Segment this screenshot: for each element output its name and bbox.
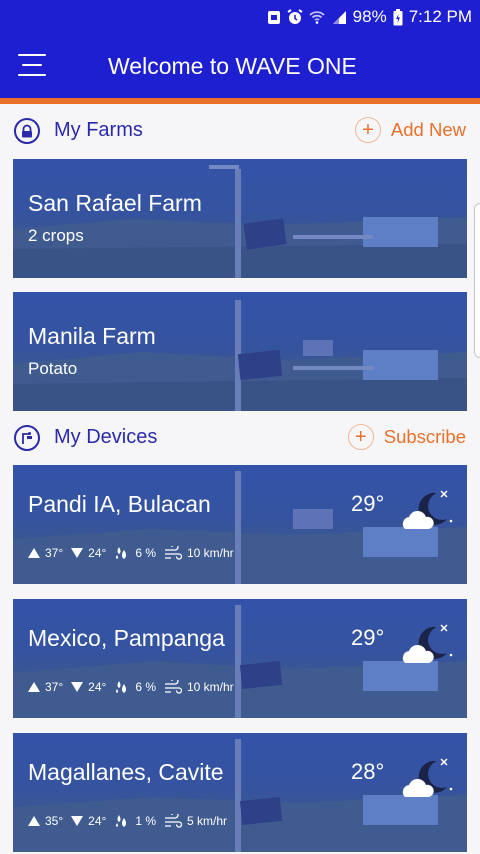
add-new-label: Add New xyxy=(390,119,466,140)
farm-card[interactable]: San Rafael Farm 2 crops xyxy=(13,159,467,278)
device-card[interactable]: Magallanes, Cavite 28° 35° 24° 1 % 5 km/… xyxy=(13,733,467,852)
farms-section-title: My Farms xyxy=(54,119,143,141)
wind-icon xyxy=(165,680,182,694)
device-stats: 35° 24° 1 % 5 km/hr xyxy=(28,813,235,829)
device-stats: 37° 24° 6 % 10 km/hr xyxy=(28,679,242,695)
humidity: 6 % xyxy=(135,546,156,560)
wind-icon xyxy=(165,814,182,828)
low-temp-arrow-icon xyxy=(71,548,84,558)
device-card[interactable]: Pandi IA, Bulacan 29° 37° 24° 6 % 10 km/… xyxy=(13,465,467,584)
temp-high: 35° xyxy=(45,814,64,828)
device-name: Pandi IA, Bulacan xyxy=(28,491,211,517)
cloudy-night-icon xyxy=(402,758,453,797)
farm-card[interactable]: Manila Farm Potato xyxy=(13,292,467,411)
device-card[interactable]: Mexico, Pampanga 29° 37° 24° 6 % 10 km/h… xyxy=(13,599,467,718)
wind-icon xyxy=(165,546,182,560)
device-stats: 37° 24° 6 % 10 km/hr xyxy=(28,545,242,561)
add-new-farm-button[interactable]: + Add New xyxy=(354,117,466,143)
signal-icon xyxy=(331,9,347,25)
subscribe-label: Subscribe xyxy=(383,426,466,447)
device-temperature: 29° xyxy=(351,491,385,516)
device-name: Mexico, Pampanga xyxy=(28,625,225,651)
card-overlay xyxy=(13,292,467,411)
device-temperature: 28° xyxy=(351,759,385,784)
high-temp-arrow-icon xyxy=(28,682,40,692)
humidity: 1 % xyxy=(135,814,156,828)
low-temp-arrow-icon xyxy=(71,682,84,692)
farm-name: San Rafael Farm xyxy=(28,190,202,216)
status-icons: 98% 7:12 PM xyxy=(267,0,472,34)
devices-section-title: My Devices xyxy=(54,426,158,448)
wifi-icon xyxy=(309,9,325,25)
temp-low: 24° xyxy=(88,814,107,828)
app-title: Welcome to WAVE ONE xyxy=(108,53,357,79)
subscribe-button[interactable]: + Subscribe xyxy=(347,424,466,450)
alarm-icon xyxy=(287,9,303,25)
cloudy-night-icon xyxy=(402,624,453,663)
battery-percent: 98% xyxy=(352,7,387,26)
app-bar-accent-line xyxy=(0,98,480,104)
devices-section-header: My Devices + Subscribe xyxy=(0,415,480,461)
notification-icon xyxy=(267,9,281,25)
plus-icon: + xyxy=(354,117,381,143)
cloudy-night-icon xyxy=(402,490,453,529)
temp-high: 37° xyxy=(45,680,64,694)
farm-detail: 2 crops xyxy=(28,226,84,245)
plus-icon: + xyxy=(347,424,374,450)
edge-panel-handle[interactable] xyxy=(474,203,480,358)
farms-section-header: My Farms + Add New xyxy=(0,108,480,154)
low-temp-arrow-icon xyxy=(71,816,84,826)
card-overlay xyxy=(13,159,467,278)
battery-icon xyxy=(393,8,403,26)
humidity: 6 % xyxy=(135,680,156,694)
status-bar: 98% 7:12 PM xyxy=(0,0,480,34)
wind-speed: 5 km/hr xyxy=(187,814,228,828)
app-bar: Welcome to WAVE ONE xyxy=(0,34,480,98)
humidity-drops-icon xyxy=(116,815,127,827)
farm-lock-icon xyxy=(14,118,40,144)
high-temp-arrow-icon xyxy=(28,816,40,826)
farm-detail: Potato xyxy=(28,359,78,378)
weather-station-icon xyxy=(14,425,40,451)
humidity-drops-icon xyxy=(116,547,127,559)
wind-speed: 10 km/hr xyxy=(187,680,234,694)
device-temperature: 29° xyxy=(351,625,385,650)
temp-low: 24° xyxy=(88,680,107,694)
humidity-drops-icon xyxy=(116,681,127,693)
temp-high: 37° xyxy=(45,546,64,560)
device-name: Magallanes, Cavite xyxy=(28,759,224,785)
wind-speed: 10 km/hr xyxy=(187,546,234,560)
high-temp-arrow-icon xyxy=(28,548,40,558)
hamburger-menu-icon[interactable] xyxy=(18,52,48,78)
farm-name: Manila Farm xyxy=(28,323,156,349)
clock-time: 7:12 PM xyxy=(408,7,472,26)
temp-low: 24° xyxy=(88,546,107,560)
